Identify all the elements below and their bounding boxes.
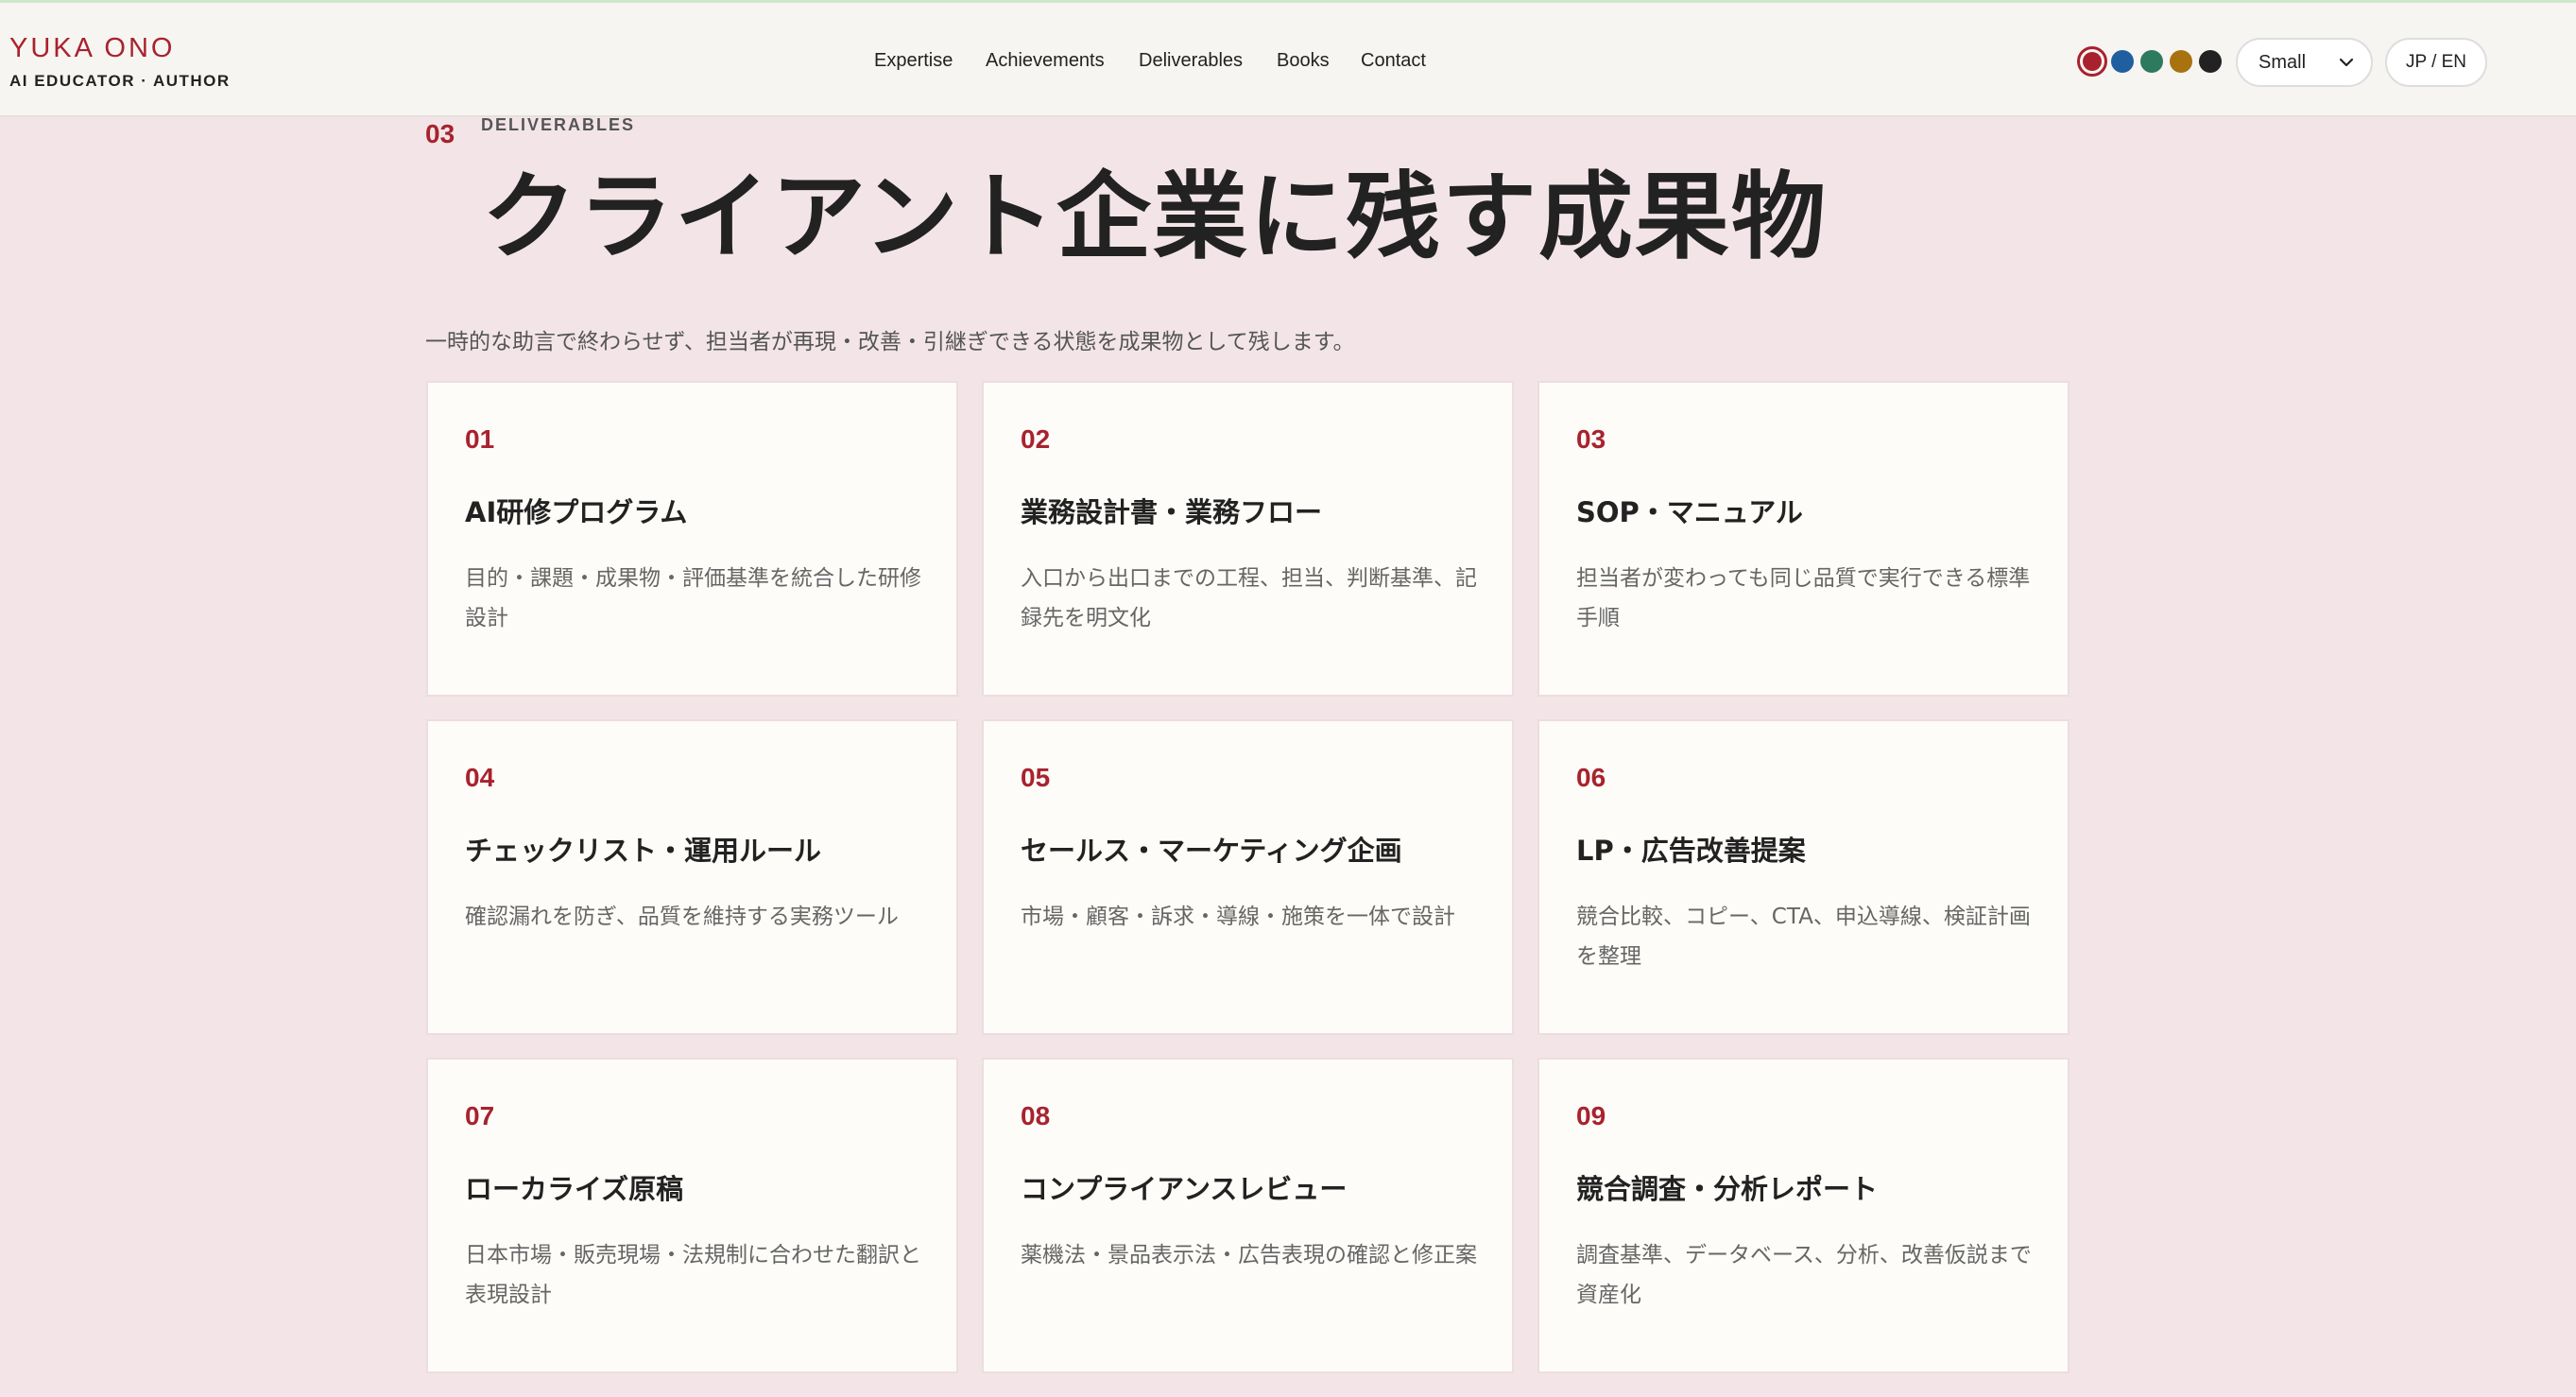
deliverables-grid: 01 AI研修プログラム 目的・課題・成果物・評価基準を統合した研修設計 02 … [426,381,2070,1383]
card-title: SOP・マニュアル [1576,496,1803,528]
card-title: AI研修プログラム [465,496,688,528]
deliverable-card: 02 業務設計書・業務フロー 入口から出口までの工程、担当、判断基準、記録先を明… [982,381,1514,697]
card-title: ローカライズ原稿 [465,1173,684,1205]
deliverable-card: 03 SOP・マニュアル 担当者が変わっても同じ品質で実行できる標準手順 [1537,381,2069,697]
swatch-gold[interactable] [2170,50,2192,73]
deliverable-card: 09 競合調査・分析レポート 調査基準、データベース、分析、改善仮説まで資産化 [1537,1058,2069,1373]
card-description: 担当者が変わっても同じ品質で実行できる標準手順 [1576,566,2031,630]
section-lead: 一時的な助言で終わらせず、担当者が再現・改善・引継ぎできる状態を成果物として残し… [425,330,1355,354]
nav-books[interactable]: Books [1277,50,1330,72]
section-title: クライアント企業に残す成果物 [482,162,1828,272]
chevron-down-icon [2339,58,2354,67]
swatch-green[interactable] [2140,50,2163,73]
card-title: LP・広告改善提案 [1576,835,1806,867]
card-number: 03 [1576,424,1606,454]
deliverable-card: 05 セールス・マーケティング企画 市場・顧客・訴求・導線・施策を一体で設計 [982,719,1514,1035]
site-header: YUKA ONO AI EDUCATOR · AUTHOR Expertise … [0,0,2576,117]
card-description: 目的・課題・成果物・評価基準を統合した研修設計 [465,566,921,630]
nav-contact[interactable]: Contact [1361,50,1426,72]
deliverable-card: 06 LP・広告改善提案 競合比較、コピー、CTA、申込導線、検証計画を整理 [1537,719,2069,1035]
card-description: 入口から出口までの工程、担当、判断基準、記録先を明文化 [1021,566,1477,630]
card-title: 競合調査・分析レポート [1576,1173,1879,1205]
swatch-blue[interactable] [2111,50,2134,73]
brand-tagline: AI EDUCATOR · AUTHOR [9,72,231,90]
card-number: 06 [1576,763,1606,792]
card-description: 調査基準、データベース、分析、改善仮説まで資産化 [1576,1243,2032,1307]
card-description: 市場・顧客・訴求・導線・施策を一体で設計 [1021,905,1455,929]
card-number: 02 [1021,424,1051,454]
card-title: チェックリスト・運用ルール [465,835,822,867]
card-title: 業務設計書・業務フロー [1021,496,1323,528]
card-description: 競合比較、コピー、CTA、申込導線、検証計画を整理 [1576,905,2031,969]
card-number: 05 [1021,763,1051,792]
card-title: コンプライアンスレビュー [1021,1173,1348,1205]
section-label: DELIVERABLES [481,115,636,134]
language-toggle[interactable]: JP / EN [2385,38,2487,87]
font-size-value: Small [2258,51,2307,73]
nav-expertise[interactable]: Expertise [874,50,953,72]
card-description: 確認漏れを防ぎ、品質を維持する実務ツール [465,905,899,929]
nav-deliverables[interactable]: Deliverables [1139,50,1243,72]
nav-achievements[interactable]: Achievements [986,50,1105,72]
card-description: 日本市場・販売現場・法規制に合わせた翻訳と表現設計 [465,1243,921,1307]
card-number: 04 [465,763,495,792]
card-number: 01 [465,424,495,454]
card-title: セールス・マーケティング企画 [1021,835,1402,867]
swatch-red[interactable] [2077,46,2107,77]
deliverable-card: 04 チェックリスト・運用ルール 確認漏れを防ぎ、品質を維持する実務ツール [426,719,958,1035]
brand-name[interactable]: YUKA ONO [9,33,176,64]
card-number: 07 [465,1101,495,1130]
deliverable-card: 07 ローカライズ原稿 日本市場・販売現場・法規制に合わせた翻訳と表現設計 [426,1058,958,1373]
deliverable-card: 08 コンプライアンスレビュー 薬機法・景品表示法・広告表現の確認と修正案 [982,1058,1514,1373]
deliverable-card: 01 AI研修プログラム 目的・課題・成果物・評価基準を統合した研修設計 [426,381,958,697]
card-description: 薬機法・景品表示法・広告表現の確認と修正案 [1021,1243,1477,1268]
swatch-black[interactable] [2199,50,2222,73]
card-number: 08 [1021,1101,1051,1130]
card-number: 09 [1576,1101,1606,1130]
font-size-select[interactable]: Small [2236,38,2373,87]
section-number: 03 [425,119,455,148]
